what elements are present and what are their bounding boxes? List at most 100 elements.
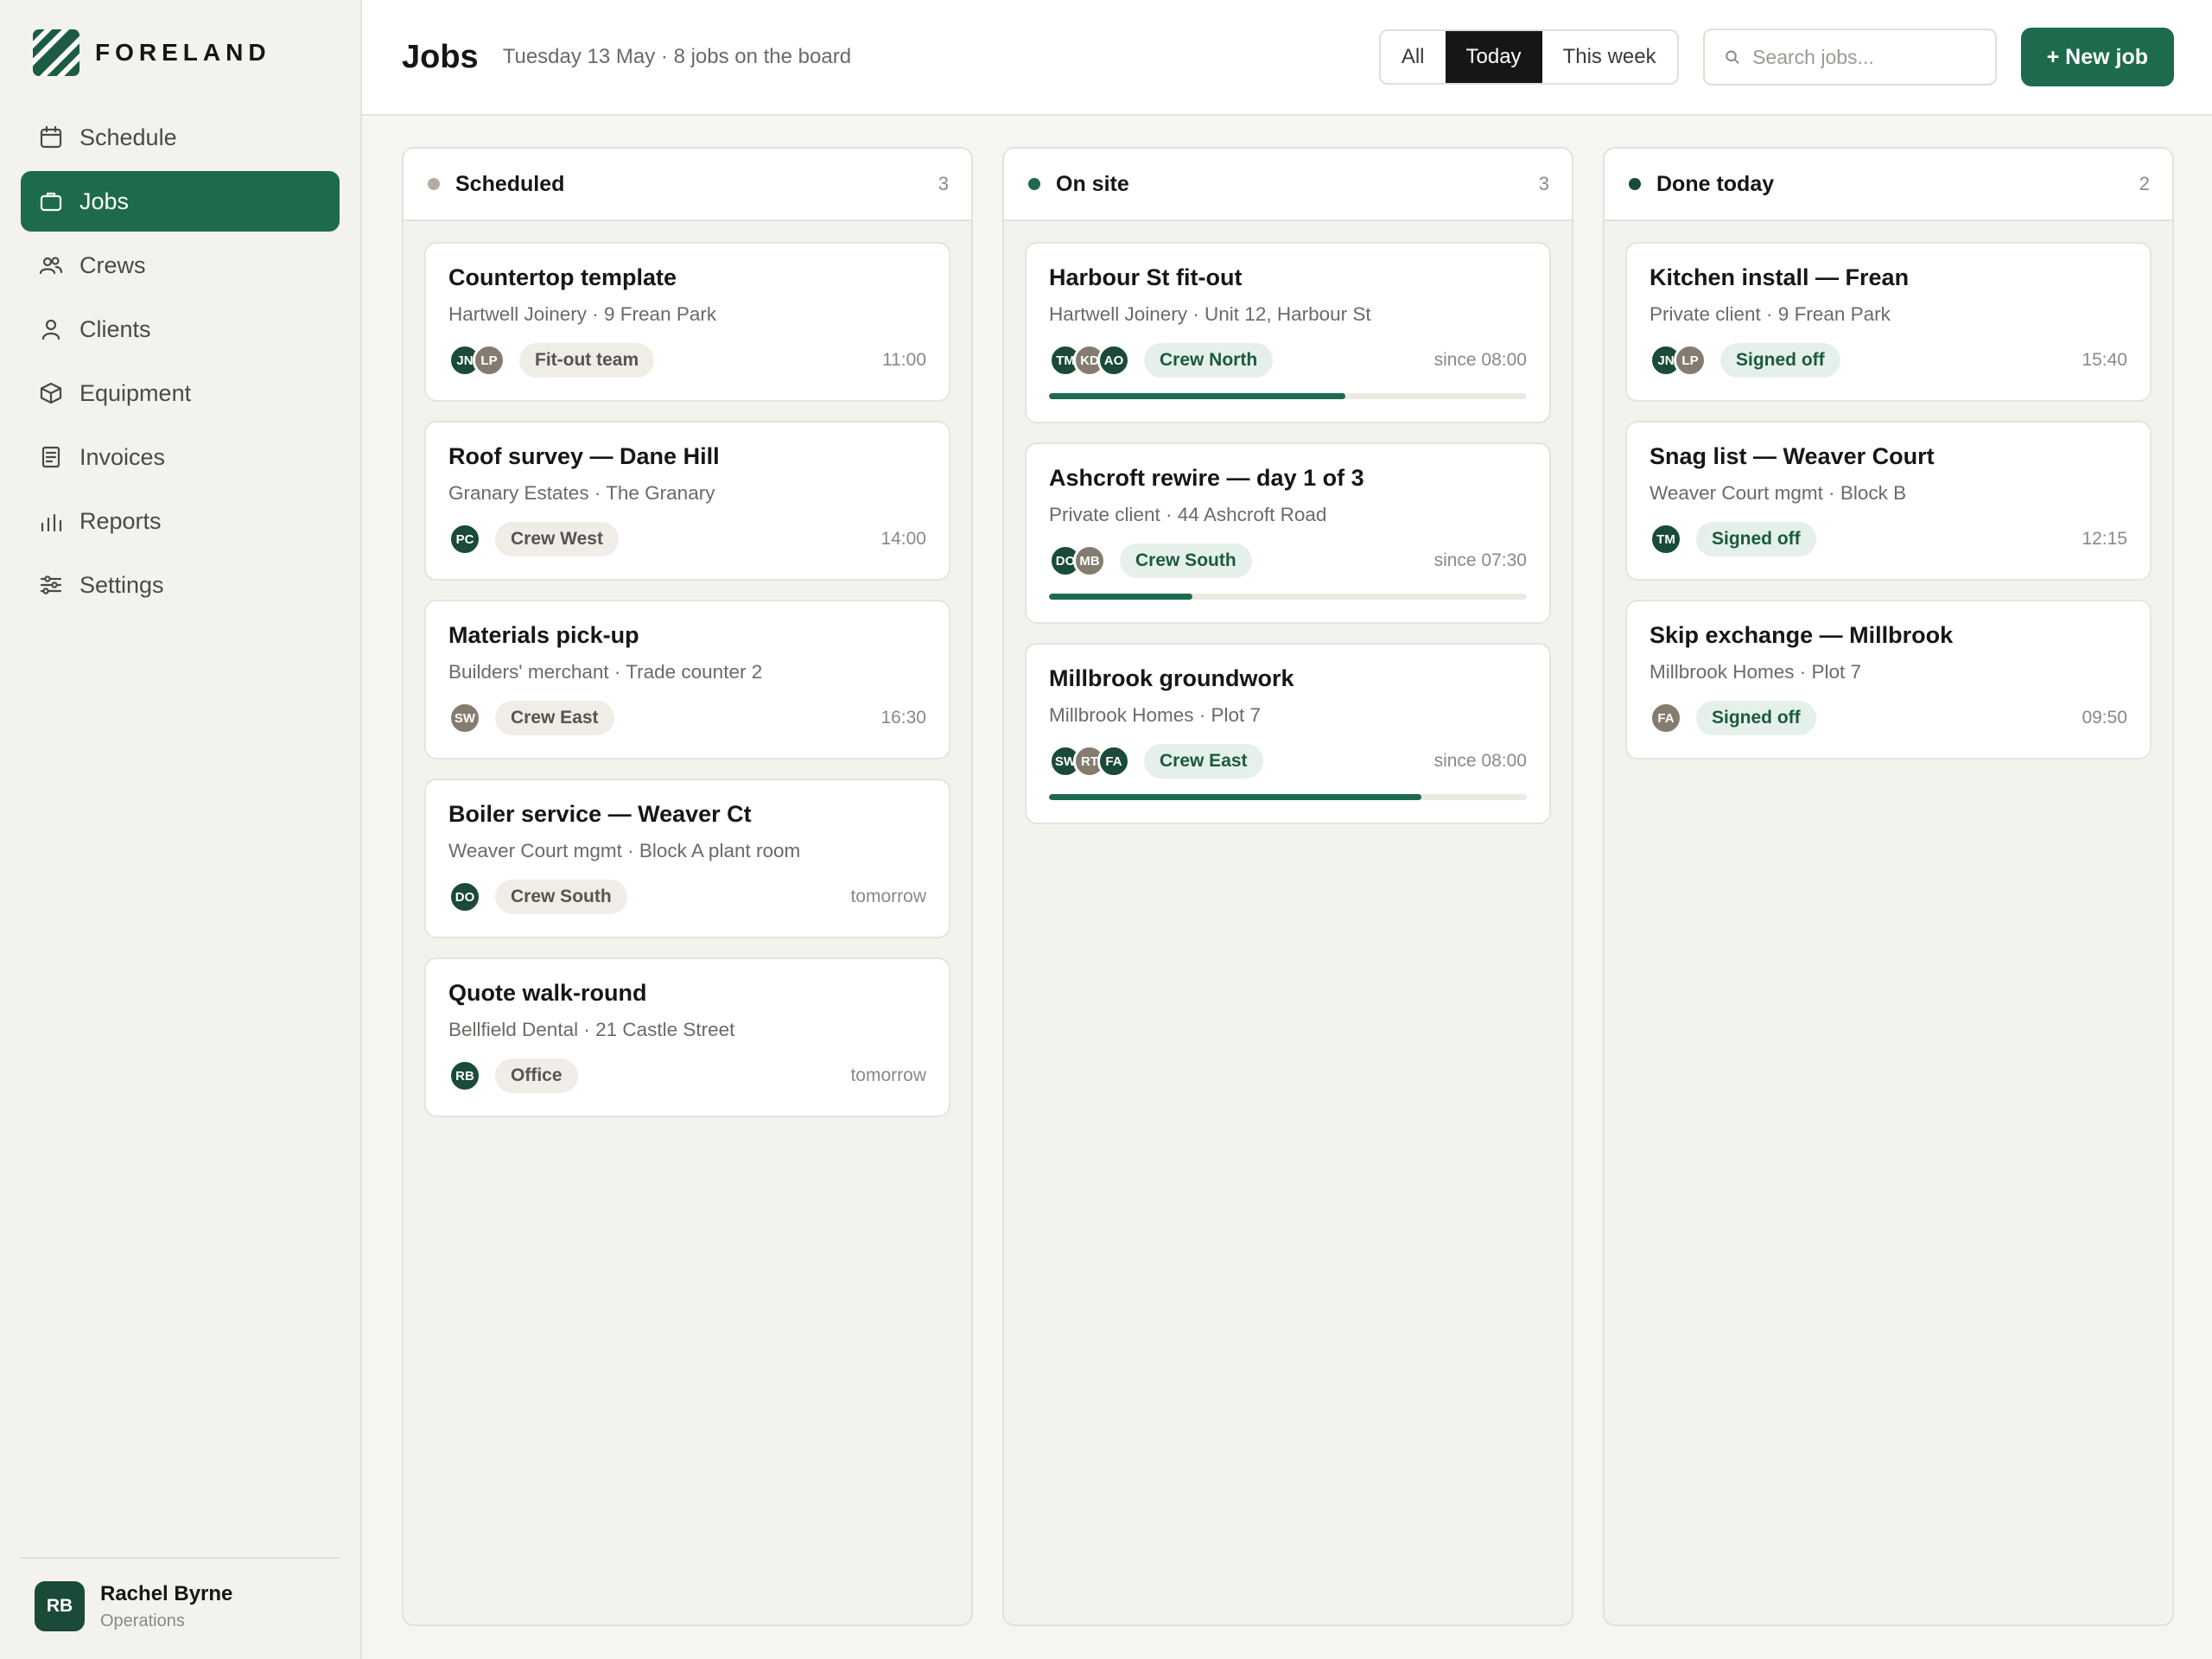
- sidebar-item-label: Clients: [79, 315, 151, 342]
- column-title: Done today: [1656, 171, 1775, 196]
- card-list: Countertop template Hartwell Joinery · 9 …: [404, 221, 971, 1138]
- avatar: TM: [1649, 523, 1682, 556]
- job-time: 09:50: [2082, 708, 2127, 728]
- job-location: Private client · 9 Frean Park: [1649, 303, 1891, 325]
- job-footer: DO MB Crew South since 07:30: [1049, 543, 1527, 578]
- search-box[interactable]: [1702, 29, 1997, 86]
- avatar: SW: [448, 702, 481, 734]
- crew-tag: Crew North: [1144, 343, 1274, 378]
- job-footer: PC Crew West 14:00: [448, 522, 926, 556]
- assignee-avatars: JN LP: [1649, 344, 1707, 377]
- brand[interactable]: FORELAND: [21, 29, 340, 76]
- crew-tag: Signed off: [1720, 343, 1840, 378]
- job-title: Harbour St fit-out: [1049, 264, 1243, 290]
- job-time: since 07:30: [1433, 550, 1527, 570]
- job-card[interactable]: Boiler service — Weaver Ct Weaver Court m…: [424, 779, 950, 938]
- sidebar-item-invoices[interactable]: Invoices: [21, 427, 340, 487]
- job-card[interactable]: Snag list — Weaver Court Weaver Court mgm…: [1625, 421, 2152, 581]
- job-card[interactable]: Harbour St fit-out Hartwell Joinery · Uni…: [1025, 242, 1551, 423]
- column-title: Scheduled: [455, 171, 565, 196]
- search-icon: [1725, 50, 1739, 64]
- sidebar-item-clients[interactable]: Clients: [21, 299, 340, 359]
- filter-this-week[interactable]: This week: [1541, 31, 1677, 83]
- job-time: tomorrow: [850, 887, 926, 906]
- main-area: Jobs Tuesday 13 May · 8 jobs on the boar…: [362, 0, 2212, 1659]
- job-footer: TM KD AO Crew North since 08:00: [1049, 343, 1527, 378]
- job-time: 15:40: [2082, 350, 2127, 370]
- assignee-avatars: JN LP: [448, 344, 505, 377]
- sidebar-item-equipment[interactable]: Equipment: [21, 363, 340, 423]
- crew-tag: Crew East: [495, 701, 614, 735]
- column-count: 3: [938, 173, 949, 194]
- crew-tag: Crew South: [495, 880, 627, 914]
- job-footer: DO Crew South tomorrow: [448, 880, 926, 914]
- calendar-icon: [40, 125, 62, 149]
- job-card[interactable]: Millbrook groundwork Millbrook Homes · Pl…: [1025, 643, 1551, 824]
- job-card[interactable]: Countertop template Hartwell Joinery · 9 …: [424, 242, 950, 402]
- job-location: Hartwell Joinery · Unit 12, Harbour St: [1049, 303, 1371, 325]
- new-job-button[interactable]: + New job: [2020, 28, 2174, 86]
- column-count: 3: [1538, 173, 1549, 194]
- avatar: FA: [1097, 745, 1130, 778]
- job-location: Granary Estates · The Granary: [448, 482, 715, 504]
- progress-fill: [1049, 794, 1422, 800]
- job-title: Kitchen install — Frean: [1649, 264, 1910, 290]
- column-title: On site: [1056, 171, 1129, 196]
- assignee-avatars: SW: [448, 702, 481, 734]
- briefcase-icon: [40, 192, 62, 212]
- job-title: Ashcroft rewire — day 1 of 3: [1049, 465, 1364, 491]
- job-card[interactable]: Ashcroft rewire — day 1 of 3 Private clie…: [1025, 442, 1551, 624]
- users-icon: [39, 257, 63, 275]
- sidebar-item-schedule[interactable]: Schedule: [21, 107, 340, 168]
- foreland-logo-icon: [33, 29, 79, 76]
- assignee-avatars: FA: [1649, 702, 1682, 734]
- crew-tag: Crew South: [1120, 543, 1252, 578]
- job-card[interactable]: Roof survey — Dane Hill Granary Estates ·…: [424, 421, 950, 581]
- job-location: Weaver Court mgmt · Block B: [1649, 482, 1907, 504]
- user-role: Operations: [100, 1611, 185, 1630]
- job-footer: JN LP Fit-out team 11:00: [448, 343, 926, 378]
- job-title: Materials pick-up: [448, 622, 639, 648]
- job-card[interactable]: Quote walk-round Bellfield Dental · 21 Ca…: [424, 957, 950, 1117]
- job-footer: SW Crew East 16:30: [448, 701, 926, 735]
- job-location: Millbrook Homes · Plot 7: [1049, 704, 1262, 726]
- job-card[interactable]: Kitchen install — Frean Private client · …: [1625, 242, 2152, 402]
- crew-tag: Signed off: [1696, 522, 1816, 556]
- progress-bar: [1049, 594, 1527, 600]
- page-title: Jobs: [402, 38, 479, 75]
- topbar: Jobs Tuesday 13 May · 8 jobs on the boar…: [362, 0, 2212, 116]
- page-subtitle: Tuesday 13 May · 8 jobs on the board: [502, 45, 852, 68]
- job-card[interactable]: Materials pick-up Builders' merchant · Tr…: [424, 600, 950, 760]
- assignee-avatars: SW RT FA: [1049, 745, 1130, 778]
- column-on-site: On site 3 Harbour St fit-out Hartwell Joine…: [1002, 147, 1573, 1626]
- progress-bar: [1049, 393, 1527, 399]
- column-header: Done today 2: [1605, 149, 2172, 221]
- user-avatar: RB: [35, 1581, 85, 1631]
- progress-fill: [1049, 393, 1345, 399]
- crew-tag: Crew East: [1144, 744, 1263, 779]
- current-user[interactable]: RB Rachel Byrne Operations: [21, 1557, 340, 1659]
- status-dot: [1629, 178, 1641, 190]
- job-title: Quote walk-round: [448, 980, 647, 1006]
- sidebar-item-label: Jobs: [79, 188, 130, 214]
- brand-name: FORELAND: [95, 39, 271, 66]
- sidebar-nav: Schedule Jobs Crews Clients Equipment Invoice…: [21, 107, 340, 615]
- job-footer: TM Signed off 12:15: [1649, 522, 2127, 556]
- avatar: RB: [448, 1059, 481, 1092]
- sidebar: FORELAND Schedule Jobs Crews Clients Equipme…: [0, 0, 362, 1659]
- job-card[interactable]: Skip exchange — Millbrook Millbrook Homes…: [1625, 600, 2152, 760]
- sidebar-item-reports[interactable]: Reports: [21, 491, 340, 551]
- assignee-avatars: DO: [448, 880, 481, 913]
- sidebar-item-crews[interactable]: Crews: [21, 235, 340, 296]
- job-location: Bellfield Dental · 21 Castle Street: [448, 1019, 735, 1040]
- job-footer: JN LP Signed off 15:40: [1649, 343, 2127, 378]
- crew-tag: Signed off: [1696, 701, 1816, 735]
- jobs-board: Scheduled 3 Countertop template Hartwell Jo…: [362, 116, 2212, 1659]
- sidebar-item-jobs[interactable]: Jobs: [21, 171, 340, 232]
- search-input[interactable]: [1752, 45, 1976, 69]
- job-location: Weaver Court mgmt · Block A plant room: [448, 840, 801, 861]
- user-name: Rachel Byrne: [100, 1581, 233, 1605]
- filter-today[interactable]: Today: [1445, 31, 1542, 83]
- sidebar-item-settings[interactable]: Settings: [21, 555, 340, 615]
- filter-all[interactable]: All: [1380, 31, 1446, 83]
